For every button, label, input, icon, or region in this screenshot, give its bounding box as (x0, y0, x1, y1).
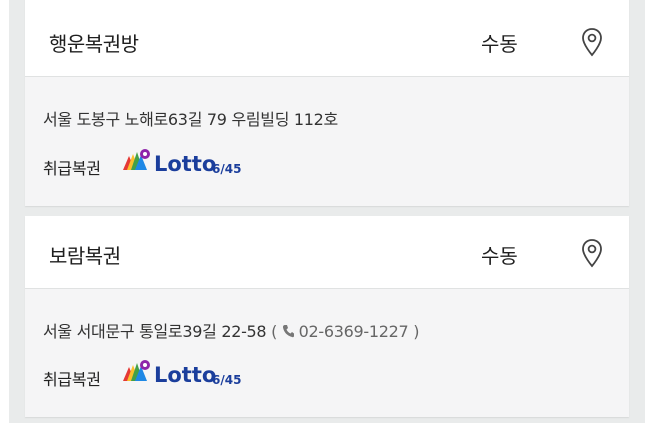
lotto-logo-icon: Lotto 6/45 (123, 360, 241, 387)
phone-close-paren: ) (413, 322, 420, 341)
lotto-logo-icon: Lotto 6/45 (123, 149, 241, 176)
lotto-suffix: 6/45 (212, 162, 241, 176)
store-address-line: 서울 서대문구 통일로39길 22-58 ( 02-6369-1227 ) (43, 318, 419, 342)
store-list-panel: 행운복권방 수동 서울 도봉구 노해로63길 79 우림빌딩 112호 취급복권… (9, 0, 645, 423)
store-address: 서울 도봉구 노해로63길 79 우림빌딩 112호 (43, 110, 338, 129)
store-phone[interactable]: ( 02-6369-1227 ) (271, 322, 419, 341)
phone-icon (282, 325, 294, 338)
store-card-header[interactable]: 보람복권 수동 (25, 216, 629, 289)
purchase-method: 수동 (481, 244, 518, 268)
store-name: 행운복권방 (49, 32, 139, 56)
store-card: 행운복권방 수동 서울 도봉구 노해로63길 79 우림빌딩 112호 취급복권… (25, 0, 629, 206)
lottery-type-label: 취급복권 (43, 159, 101, 178)
store-card-header[interactable]: 행운복권방 수동 (25, 0, 629, 77)
purchase-method: 수동 (481, 32, 518, 56)
phone-open-paren: ( (271, 322, 278, 341)
phone-number: 02-6369-1227 (298, 322, 409, 341)
lotto-brand: Lotto (154, 152, 216, 176)
store-card: 보람복권 수동 서울 서대문구 통일로39길 22-58 ( 02-6369-1… (25, 216, 629, 417)
store-name: 보람복권 (49, 244, 121, 268)
map-pin-icon[interactable] (580, 27, 604, 57)
lottery-type-label: 취급복권 (43, 370, 101, 389)
lotto-suffix: 6/45 (212, 373, 241, 387)
map-pin-icon[interactable] (580, 238, 604, 268)
store-address: 서울 서대문구 통일로39길 22-58 (43, 322, 267, 341)
lotto-brand: Lotto (154, 363, 216, 387)
